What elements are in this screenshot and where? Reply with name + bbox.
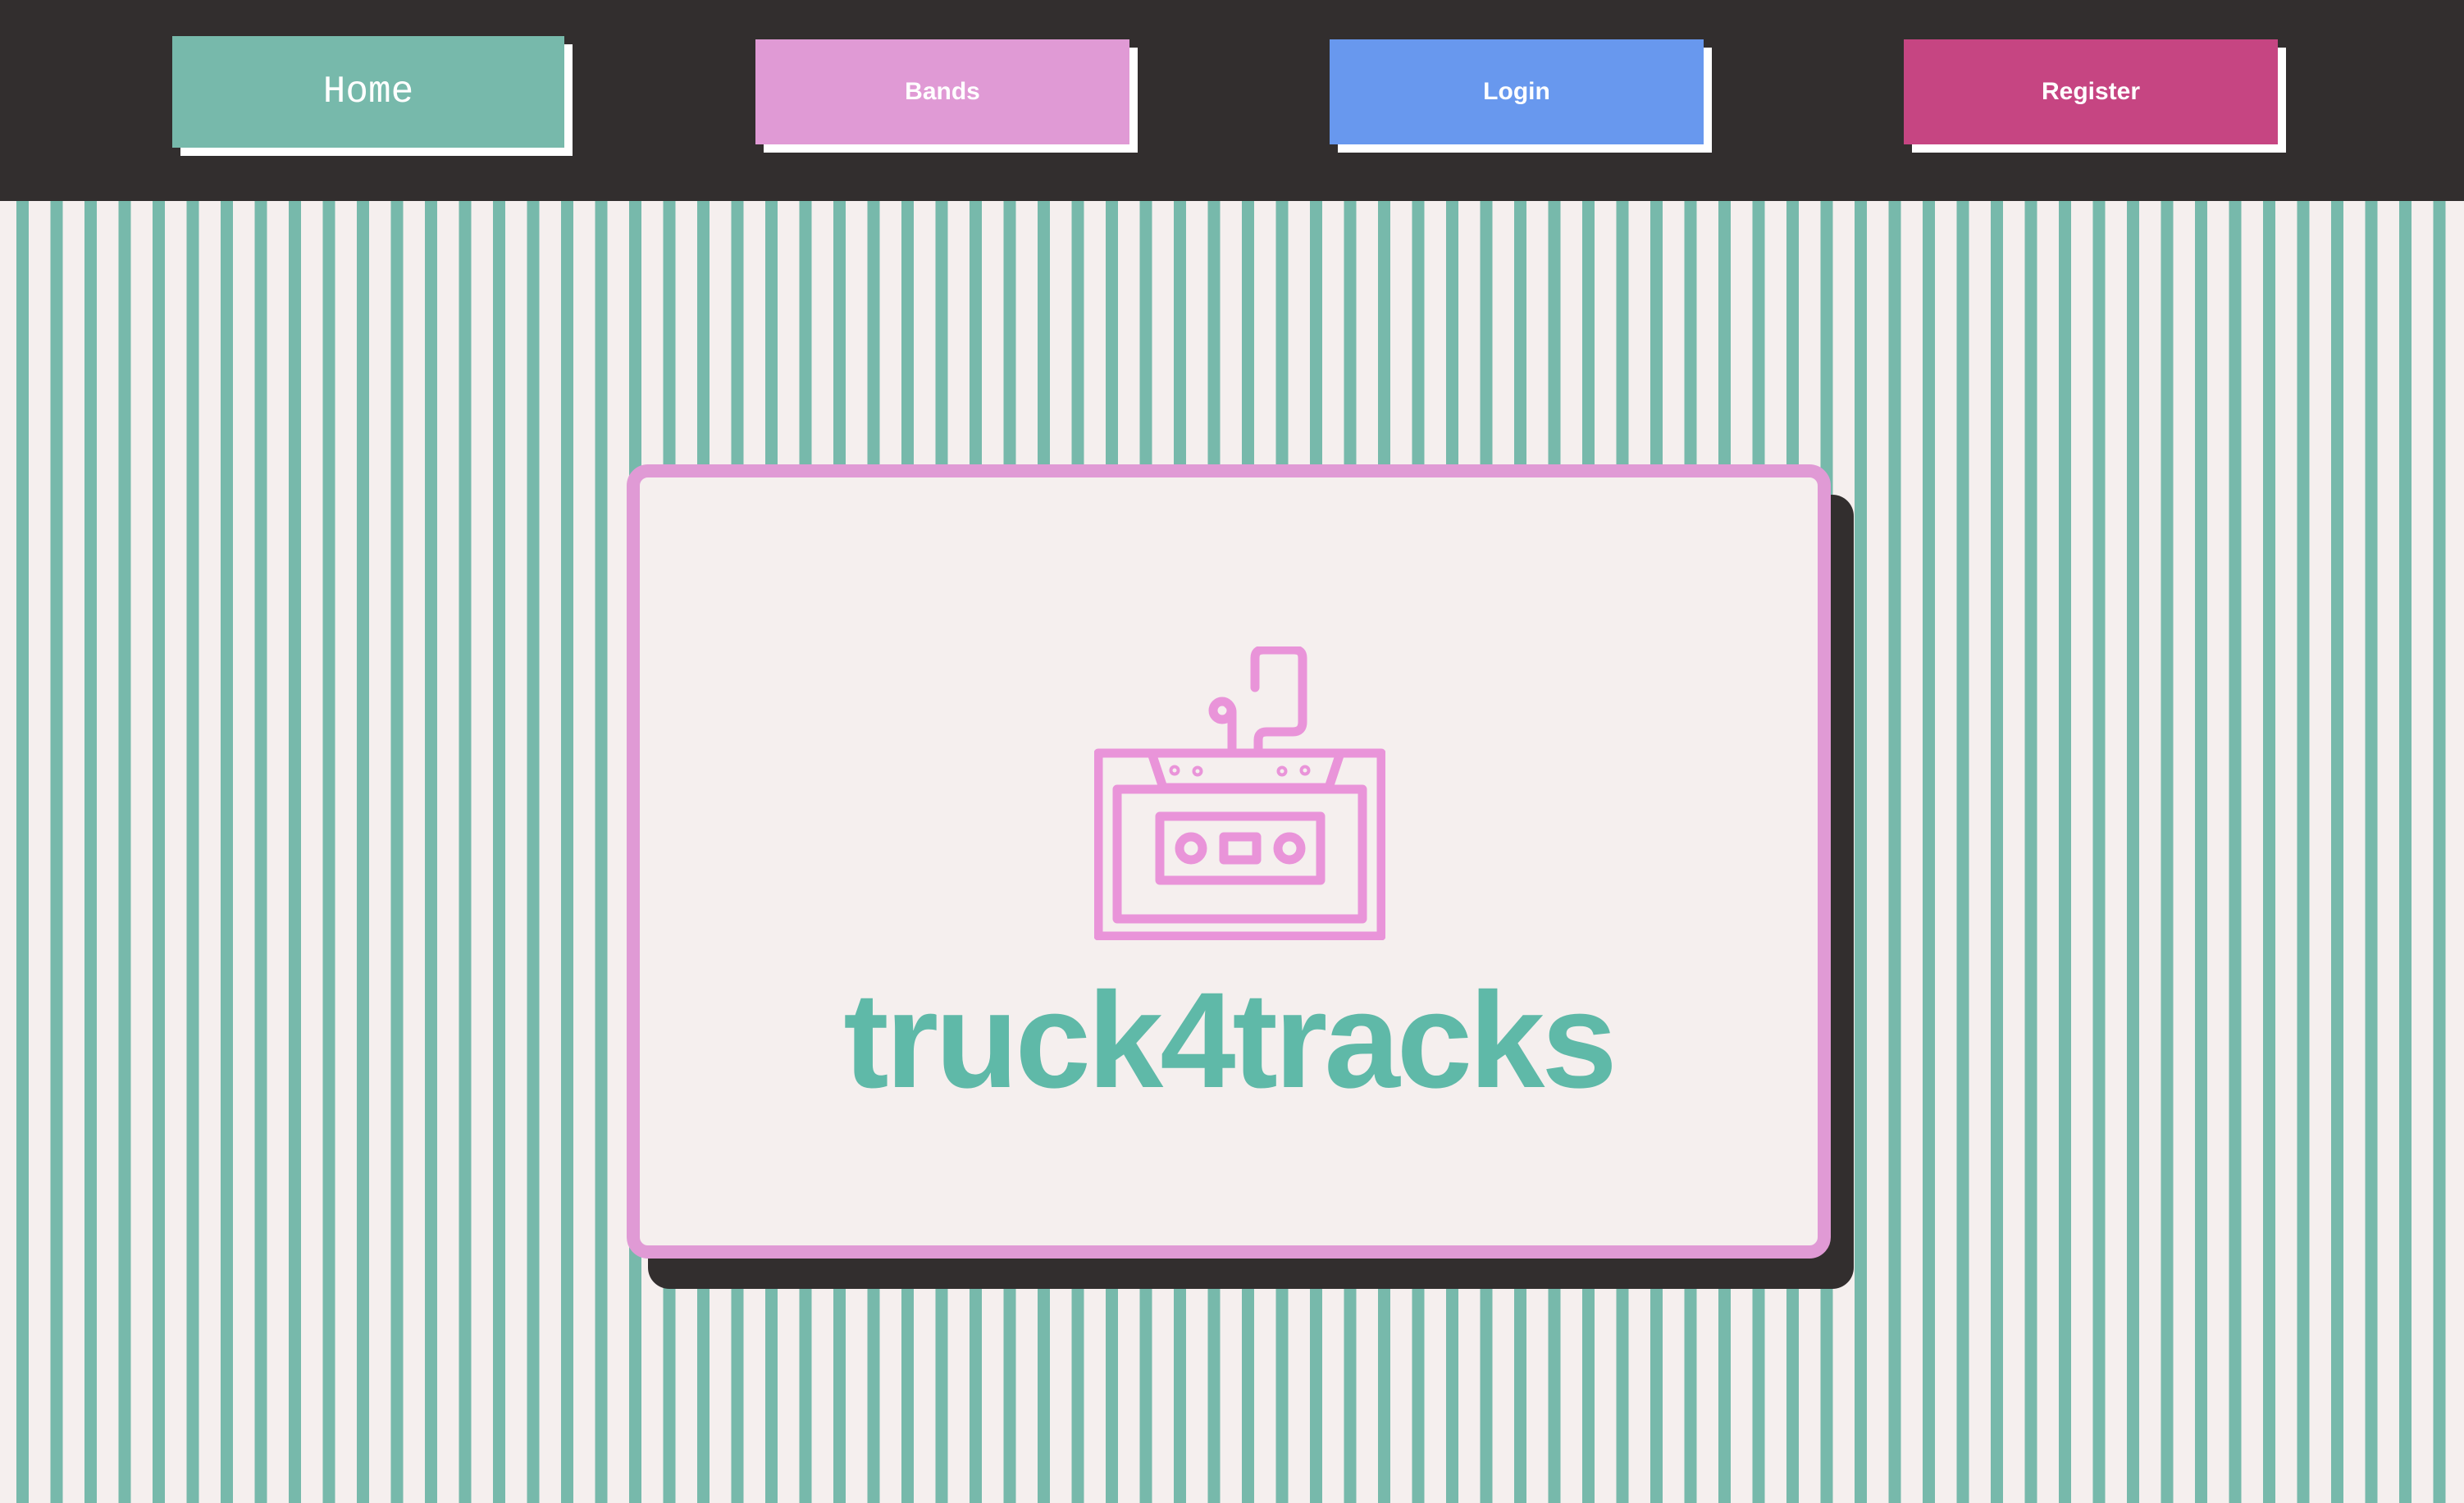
login-button[interactable]: Login bbox=[1330, 39, 1704, 144]
home-button[interactable]: Home bbox=[172, 36, 564, 148]
hero-card: truck4tracks bbox=[627, 464, 1831, 1259]
cassette-tape-icon bbox=[1094, 646, 1385, 940]
bands-button[interactable]: Bands bbox=[755, 39, 1129, 144]
brand-name: truck4tracks bbox=[843, 965, 1617, 1117]
register-button[interactable]: Register bbox=[1904, 39, 2278, 144]
top-navigation-bar: Home Bands Login Register bbox=[0, 0, 2464, 201]
